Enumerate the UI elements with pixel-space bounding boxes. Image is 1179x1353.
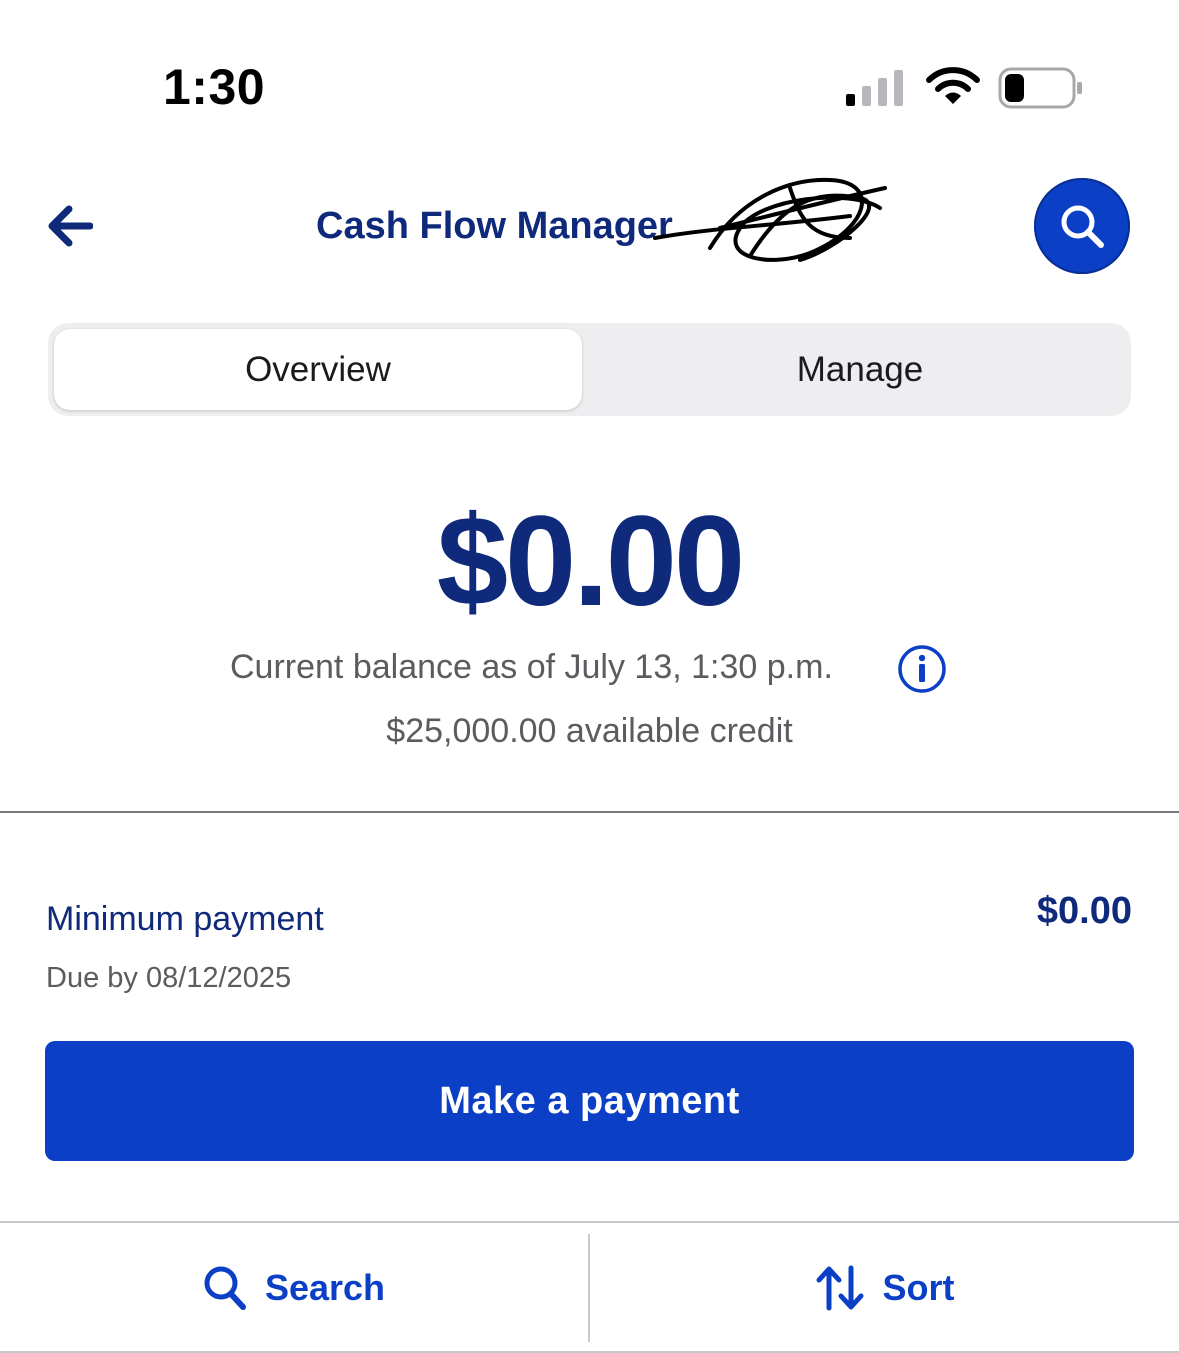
back-button[interactable]: [44, 200, 96, 252]
minimum-payment-amount: $0.00: [1036, 890, 1132, 932]
wifi-icon: [926, 67, 980, 104]
minimum-payment-label: Minimum payment: [46, 900, 324, 938]
info-icon[interactable]: [897, 644, 947, 694]
arrow-left-icon: [48, 205, 93, 247]
battery-low-icon: [998, 67, 1082, 109]
search-icon: [204, 1266, 246, 1310]
available-credit: $25,000.00 available credit: [386, 712, 793, 750]
current-balance-amount: $0.00: [436, 490, 745, 633]
page-title: Cash Flow Manager: [316, 205, 673, 247]
divider: [0, 1221, 1179, 1223]
search-button[interactable]: Search: [0, 1234, 588, 1342]
divider: [0, 811, 1179, 813]
due-date: Due by 08/12/2025: [46, 962, 292, 994]
tab-manage[interactable]: Manage: [590, 329, 1130, 410]
tab-overview[interactable]: Overview: [54, 329, 582, 410]
search-label: Search: [264, 1267, 386, 1308]
balance-timestamp: Current balance as of July 13, 1:30 p.m.: [230, 648, 833, 686]
redaction-scribble: [653, 177, 887, 262]
sort-arrows-icon: [816, 1265, 863, 1311]
cellular-signal-icon: [846, 70, 903, 106]
header-search-button[interactable]: [1034, 178, 1130, 274]
search-icon: [1061, 205, 1104, 248]
make-payment-button[interactable]: Make a payment: [45, 1041, 1134, 1161]
sort-label: Sort: [882, 1267, 955, 1308]
sort-button[interactable]: Sort: [590, 1234, 1179, 1342]
status-time: 1:30: [163, 59, 266, 115]
